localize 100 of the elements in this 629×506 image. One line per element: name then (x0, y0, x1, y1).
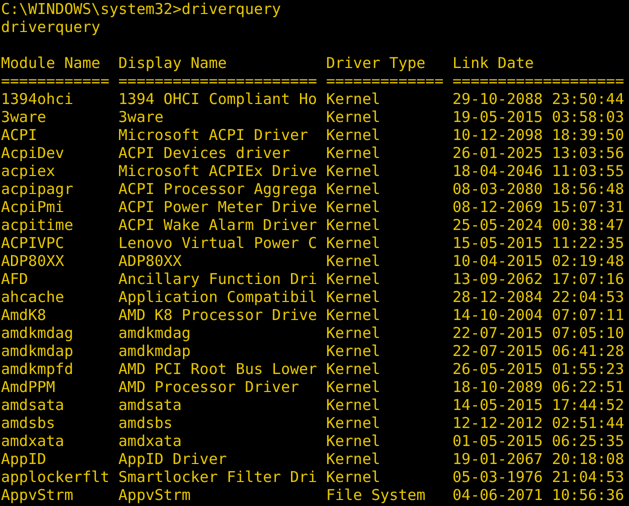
table-cell: AppvStrm (118, 486, 191, 504)
table-cell: Kernel (326, 342, 380, 360)
table-cell: AMD PCI Root Bus Lower (118, 360, 318, 378)
table-cell: 18-10-2089 06:22:51 (452, 378, 624, 396)
table-cell: applockerflt (1, 468, 110, 486)
table-cell: Kernel (326, 306, 380, 324)
table-cell: 1394ohci (1, 90, 74, 108)
table-cell: 28-12-2084 22:04:53 (452, 288, 624, 306)
table-cell: AMD K8 Processor Drive (118, 306, 318, 324)
table-cell: 22-07-2015 07:05:10 (452, 324, 624, 342)
table-cell: ADP80XX (118, 252, 182, 270)
table-cell: 01-05-2015 06:25:35 (452, 432, 624, 450)
table-cell: amdsata (118, 396, 182, 414)
table-cell: Smartlocker Filter Dri (118, 468, 318, 486)
table-cell: Kernel (326, 198, 380, 216)
table-cell: ACPI (1, 126, 38, 144)
table-cell: AcpiDev (1, 144, 64, 162)
table-cell: Kernel (326, 180, 380, 198)
table-cell: AmdPPM (1, 378, 56, 396)
table-cell: AppID Driver (118, 450, 227, 468)
table-cell: Microsoft ACPIEx Drive (118, 162, 318, 180)
table-cell: Application Compatibil (118, 288, 318, 306)
column-header: Display Name (118, 54, 227, 72)
table-cell: amdkmdap (1, 342, 74, 360)
table-cell: 08-12-2069 15:07:31 (452, 198, 624, 216)
table-cell: amdsata (1, 396, 64, 414)
table-cell: AppvStrm (1, 486, 74, 504)
table-cell: amdsbs (118, 414, 173, 432)
table-cell: ACPI Devices driver (118, 144, 290, 162)
table-cell: amdxata (118, 432, 182, 450)
table-cell: Kernel (326, 144, 380, 162)
table-cell: File System (326, 486, 426, 504)
table-cell: AMD Processor Driver (118, 378, 300, 396)
table-cell: AppID (1, 450, 46, 468)
column-header: Driver Type (326, 54, 426, 72)
table-cell: amdkmpfd (1, 360, 74, 378)
table-cell: Lenovo Virtual Power C (118, 234, 318, 252)
table-cell: 13-09-2062 17:07:16 (452, 270, 624, 288)
header-separator: ====================== (118, 72, 318, 90)
header-separator: =================== (452, 72, 624, 90)
table-cell: 08-03-2080 18:56:48 (452, 180, 624, 198)
table-cell: 1394 OHCI Compliant Ho (118, 90, 318, 108)
table-cell: 14-10-2004 07:07:11 (452, 306, 624, 324)
table-cell: 10-04-2015 02:19:48 (452, 252, 624, 270)
table-cell: Kernel (326, 90, 380, 108)
table-cell: amdkmdag (1, 324, 74, 342)
table-cell: 3ware (1, 108, 46, 126)
table-cell: 15-05-2015 11:22:35 (452, 234, 624, 252)
table-cell: Kernel (326, 234, 380, 252)
table-cell: 14-05-2015 17:44:52 (452, 396, 624, 414)
command-line: C:\WINDOWS\system32>driverquery (1, 0, 281, 18)
table-cell: 04-06-2071 10:56:36 (452, 486, 624, 504)
header-separator: ============ (1, 72, 110, 90)
table-cell: Kernel (326, 162, 380, 180)
table-cell: Kernel (326, 414, 380, 432)
table-cell: Kernel (326, 432, 380, 450)
table-cell: Kernel (326, 252, 380, 270)
table-cell: amdkmdag (118, 324, 191, 342)
table-cell: Kernel (326, 216, 380, 234)
column-header: Link Date (452, 54, 534, 72)
table-cell: ACPI Processor Aggrega (118, 180, 318, 198)
table-cell: 10-12-2098 18:39:50 (452, 126, 624, 144)
table-cell: Microsoft ACPI Driver (118, 126, 308, 144)
table-cell: acpiex (1, 162, 56, 180)
table-cell: 19-05-2015 03:58:03 (452, 108, 624, 126)
table-cell: 26-01-2025 13:03:56 (452, 144, 624, 162)
table-cell: Kernel (326, 360, 380, 378)
table-cell: AFD (1, 270, 28, 288)
table-cell: Kernel (326, 270, 380, 288)
table-cell: 19-01-2067 20:18:08 (452, 450, 624, 468)
table-cell: amdxata (1, 432, 64, 450)
table-cell: 18-04-2046 11:03:55 (452, 162, 624, 180)
table-cell: amdkmdap (118, 342, 191, 360)
table-cell: 22-07-2015 06:41:28 (452, 342, 624, 360)
table-cell: ACPI Power Meter Drive (118, 198, 318, 216)
table-cell: Kernel (326, 450, 380, 468)
table-cell: 26-05-2015 01:55:23 (452, 360, 624, 378)
table-cell: Kernel (326, 324, 380, 342)
table-cell: 25-05-2024 00:38:47 (452, 216, 624, 234)
table-cell: acpipagr (1, 180, 74, 198)
table-cell: Kernel (326, 108, 380, 126)
table-cell: AmdK8 (1, 306, 46, 324)
table-cell: 12-12-2012 02:51:44 (452, 414, 624, 432)
table-cell: amdsbs (1, 414, 56, 432)
table-cell: Kernel (326, 126, 380, 144)
header-separator: ============= (326, 72, 444, 90)
table-cell: ACPI Wake Alarm Driver (118, 216, 318, 234)
column-header: Module Name (1, 54, 100, 72)
table-cell: acpitime (1, 216, 74, 234)
table-cell: Kernel (326, 288, 380, 306)
table-cell: ACPIVPC (1, 234, 64, 252)
table-cell: Kernel (326, 378, 380, 396)
table-cell: 3ware (118, 108, 164, 126)
table-cell: 29-10-2088 23:50:44 (452, 90, 624, 108)
table-cell: ADP80XX (1, 252, 64, 270)
table-cell: 05-03-1976 21:04:53 (452, 468, 624, 486)
table-cell: ahcache (1, 288, 64, 306)
table-cell: Ancillary Function Dri (118, 270, 318, 288)
table-cell: Kernel (326, 396, 380, 414)
table-cell: Kernel (326, 468, 380, 486)
